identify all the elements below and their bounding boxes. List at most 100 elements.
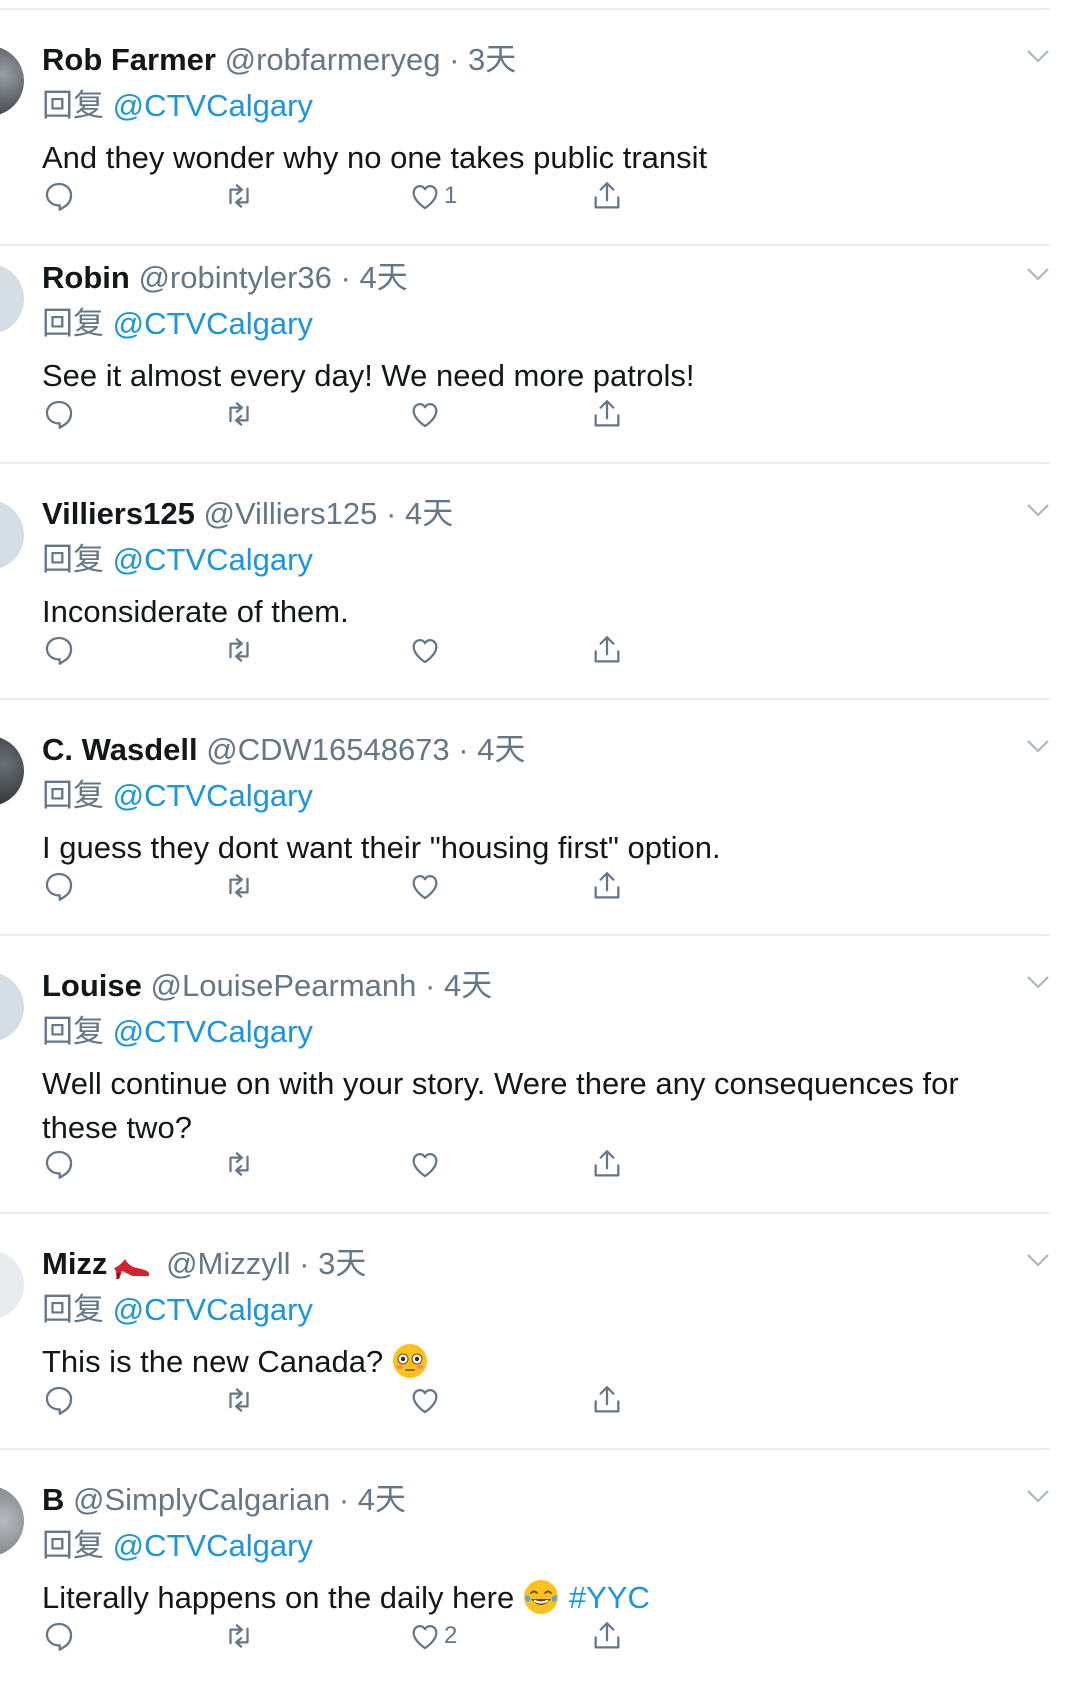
- tweet-item[interactable]: Rob Farmer @robfarmeryeg · 3天 回复 @CTVCal…: [0, 10, 1080, 246]
- share-button[interactable]: [590, 1380, 624, 1420]
- separator-dot: ·: [449, 42, 468, 77]
- tweet-item[interactable]: Robin @robintyler36 · 4天 回复 @CTVCalgary …: [0, 228, 1080, 464]
- chevron-down-icon[interactable]: [1026, 1488, 1050, 1504]
- share-icon: [594, 1150, 620, 1177]
- share-button[interactable]: [590, 1144, 624, 1184]
- retweet-button[interactable]: [222, 866, 256, 906]
- timestamp[interactable]: 4天: [477, 732, 525, 767]
- action-bar: [42, 630, 742, 670]
- timestamp[interactable]: 3天: [468, 42, 516, 77]
- tweet-item[interactable]: Louise @LouisePearmanh · 4天 回复 @CTVCalga…: [0, 936, 1080, 1214]
- reply-button[interactable]: [42, 1380, 76, 1420]
- user-handle[interactable]: @robintyler36: [138, 260, 331, 295]
- user-handle[interactable]: @SimplyCalgarian: [73, 1482, 330, 1517]
- retweet-icon: [229, 1152, 249, 1176]
- mention-link[interactable]: @CTVCalgary: [113, 306, 313, 341]
- display-name[interactable]: Villiers125: [42, 496, 195, 531]
- display-name[interactable]: Robin: [42, 260, 130, 295]
- timestamp[interactable]: 4天: [358, 1482, 406, 1517]
- share-button[interactable]: [590, 176, 624, 216]
- replying-to: 回复 @CTVCalgary: [42, 538, 313, 582]
- display-name[interactable]: Rob Farmer: [42, 42, 216, 77]
- user-handle[interactable]: @robfarmeryeg: [225, 42, 441, 77]
- like-button[interactable]: [408, 630, 444, 670]
- chevron-down-icon[interactable]: [1026, 974, 1050, 990]
- retweet-button[interactable]: [222, 394, 256, 434]
- tweet-item[interactable]: Mizz @Mizzyll · 3天 回复 @CTVCalgary This i…: [0, 1214, 1080, 1450]
- hashtag-link[interactable]: #YYC: [569, 1580, 650, 1615]
- reply-button[interactable]: [42, 1144, 76, 1184]
- chevron-down-icon[interactable]: [1026, 266, 1050, 282]
- retweet-button[interactable]: [222, 1380, 256, 1420]
- share-button[interactable]: [590, 866, 624, 906]
- retweet-button[interactable]: [222, 176, 256, 216]
- chevron-down-icon[interactable]: [1026, 1252, 1050, 1268]
- tweet-text: See it almost every day! We need more pa…: [42, 354, 1002, 398]
- avatar[interactable]: [0, 1486, 24, 1556]
- display-name[interactable]: C. Wasdell: [42, 732, 198, 767]
- mention-link[interactable]: @CTVCalgary: [113, 88, 313, 123]
- timestamp[interactable]: 4天: [444, 968, 492, 1003]
- retweet-button[interactable]: [222, 1616, 256, 1656]
- reply-button[interactable]: [42, 1616, 76, 1656]
- mention-link[interactable]: @CTVCalgary: [113, 1292, 313, 1327]
- reply-button[interactable]: [42, 394, 76, 434]
- chevron-down-icon[interactable]: [1026, 738, 1050, 754]
- avatar[interactable]: [0, 736, 24, 806]
- heart-icon: [412, 184, 438, 210]
- reply-button[interactable]: [42, 630, 76, 670]
- replying-to: 回复 @CTVCalgary: [42, 84, 313, 128]
- avatar[interactable]: [0, 264, 24, 334]
- avatar[interactable]: [0, 500, 24, 570]
- avatar[interactable]: [0, 46, 24, 116]
- avatar[interactable]: [0, 1250, 24, 1320]
- user-handle[interactable]: @Villiers125: [203, 496, 377, 531]
- tweet-header: C. Wasdell @CDW16548673 · 4天: [42, 728, 525, 772]
- retweet-icon: [229, 402, 249, 426]
- display-name[interactable]: B: [42, 1482, 64, 1517]
- tweet-header: Rob Farmer @robfarmeryeg · 3天: [42, 38, 516, 82]
- share-icon: [594, 1622, 620, 1649]
- timestamp[interactable]: 3天: [318, 1246, 366, 1281]
- mention-link[interactable]: @CTVCalgary: [113, 542, 313, 577]
- reply-button[interactable]: [42, 176, 76, 216]
- share-button[interactable]: [590, 394, 624, 434]
- reply-button[interactable]: [42, 866, 76, 906]
- tweet-item[interactable]: B @SimplyCalgarian · 4天 回复 @CTVCalgary L…: [0, 1450, 1080, 1686]
- user-handle[interactable]: @LouisePearmanh: [151, 968, 417, 1003]
- action-bar: [42, 1144, 742, 1184]
- timestamp[interactable]: 4天: [359, 260, 407, 295]
- reply-icon: [45, 1386, 73, 1415]
- avatar[interactable]: [0, 972, 24, 1042]
- user-handle[interactable]: @Mizzyll: [166, 1246, 290, 1281]
- tweet-item[interactable]: C. Wasdell @CDW16548673 · 4天 回复 @CTVCalg…: [0, 700, 1080, 936]
- action-bar: [42, 866, 742, 906]
- chevron-down-icon[interactable]: [1026, 502, 1050, 518]
- mention-link[interactable]: @CTVCalgary: [113, 1014, 313, 1049]
- separator-dot: ·: [458, 732, 478, 767]
- like-count: 1: [444, 182, 458, 209]
- timestamp[interactable]: 4天: [405, 496, 453, 531]
- retweet-icon: [229, 184, 249, 208]
- retweet-button[interactable]: [222, 1144, 256, 1184]
- retweet-button[interactable]: [222, 630, 256, 670]
- mention-link[interactable]: @CTVCalgary: [113, 1528, 313, 1563]
- like-button[interactable]: [408, 394, 444, 434]
- user-handle[interactable]: @CDW16548673: [206, 732, 449, 767]
- like-button[interactable]: [408, 1380, 444, 1420]
- tweet-item[interactable]: Villiers125 @Villiers125 · 4天 回复 @CTVCal…: [0, 464, 1080, 700]
- display-name[interactable]: Louise: [42, 968, 142, 1003]
- like-button[interactable]: 2: [408, 1616, 457, 1656]
- tweet-header: B @SimplyCalgarian · 4天: [42, 1478, 406, 1522]
- tweet-text: And they wonder why no one takes public …: [42, 136, 1002, 180]
- chevron-down-icon[interactable]: [1026, 48, 1050, 64]
- like-button[interactable]: 1: [408, 176, 457, 216]
- display-name[interactable]: Mizz: [42, 1246, 107, 1281]
- like-button[interactable]: [408, 866, 444, 906]
- replying-to: 回复 @CTVCalgary: [42, 302, 313, 346]
- like-button[interactable]: [408, 1144, 444, 1184]
- share-button[interactable]: [590, 1616, 624, 1656]
- mention-link[interactable]: @CTVCalgary: [113, 778, 313, 813]
- tweet-text-content: I guess they dont want their "housing fi…: [42, 830, 721, 865]
- share-button[interactable]: [590, 630, 624, 670]
